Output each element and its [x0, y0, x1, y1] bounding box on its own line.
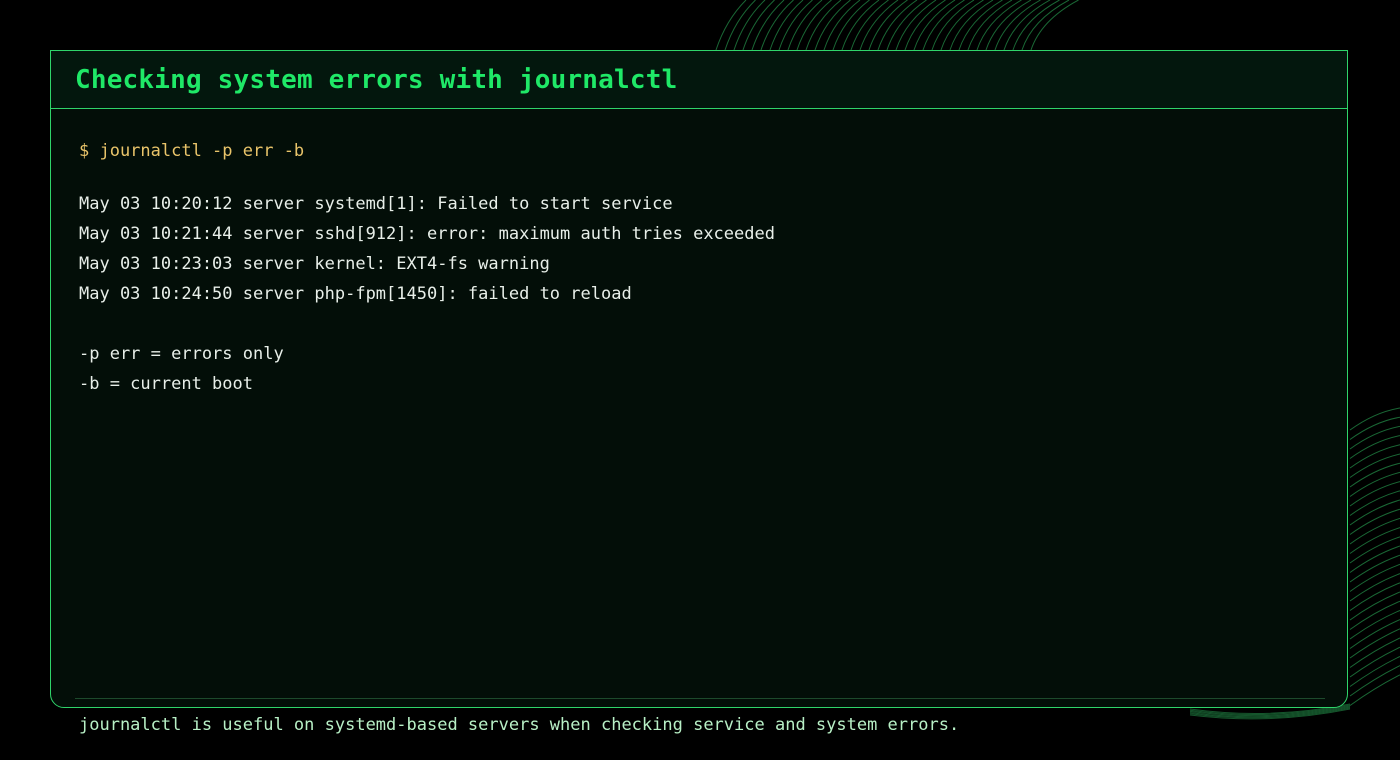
log-line: May 03 10:21:44 server sshd[912]: error:…	[79, 224, 775, 244]
option-notes: -p err = errors only -b = current boot	[79, 339, 284, 399]
panel-header: Checking system errors with journalctl	[51, 51, 1347, 109]
footer-divider	[75, 698, 1325, 699]
terminal-panel: Checking system errors with journalctl $…	[50, 50, 1348, 735]
log-line: May 03 10:24:50 server php-fpm[1450]: fa…	[79, 284, 632, 304]
option-note: -p err = errors only	[79, 344, 284, 364]
option-note: -b = current boot	[79, 374, 253, 394]
panel-title: Checking system errors with journalctl	[75, 64, 678, 95]
command-line: $ journalctl -p err -b	[79, 141, 305, 161]
log-output: May 03 10:20:12 server systemd[1]: Faile…	[79, 189, 775, 309]
log-line: May 03 10:23:03 server kernel: EXT4-fs w…	[79, 254, 550, 274]
log-line: May 03 10:20:12 server systemd[1]: Faile…	[79, 194, 673, 214]
footer-note: journalctl is useful on systemd-based se…	[79, 715, 960, 735]
